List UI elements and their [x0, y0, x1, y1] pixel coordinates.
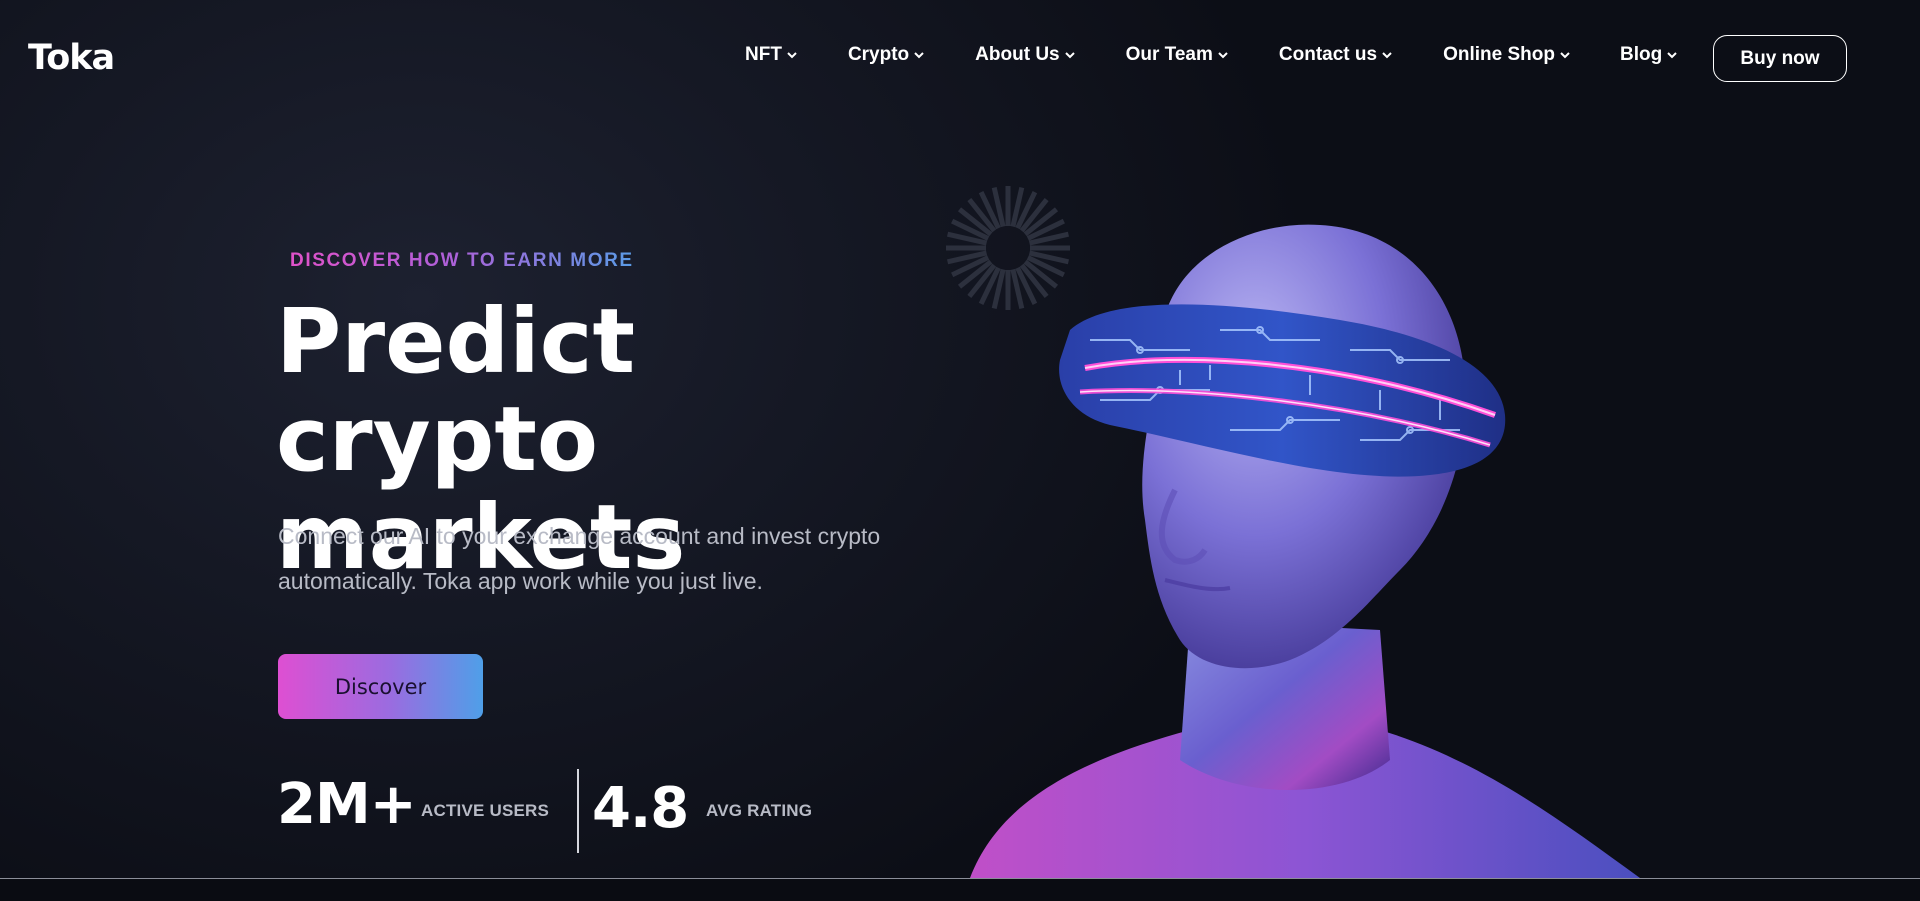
chevron-down-icon: [1667, 52, 1677, 59]
discover-button[interactable]: Discover: [278, 654, 483, 719]
chevron-down-icon: [787, 52, 797, 59]
nav-item-label: NFT: [745, 44, 782, 65]
hero-subtext-line-1: Connect our AI to your exchange account …: [278, 523, 881, 549]
stat-active-users-value: 2M+: [277, 772, 417, 837]
main-nav: NFT Crypto About Us Our Team Contact us …: [745, 44, 1678, 66]
hero-subtext: Connect our AI to your exchange account …: [278, 514, 948, 604]
nav-item-our-team[interactable]: Our Team: [1126, 44, 1229, 66]
nav-item-label: Crypto: [847, 44, 910, 65]
hero-subtext-line-2: automatically. Toka app work while you j…: [278, 568, 763, 594]
stat-avg-rating-value: 4.8: [592, 776, 689, 841]
chevron-down-icon: [914, 52, 924, 59]
nav-item-online-shop[interactable]: Online Shop: [1443, 44, 1571, 66]
chevron-down-icon: [1560, 52, 1570, 59]
hero-headline-line-1: Predict crypto: [276, 289, 635, 491]
nav-item-crypto[interactable]: Crypto: [848, 44, 925, 66]
chevron-down-icon: [1382, 52, 1392, 59]
chevron-down-icon: [1064, 52, 1075, 59]
nav-item-blog[interactable]: Blog: [1620, 44, 1678, 66]
nav-item-contact-us[interactable]: Contact us: [1279, 44, 1393, 66]
nav-item-nft[interactable]: NFT: [745, 44, 798, 66]
logo[interactable]: Toka: [28, 38, 115, 78]
chevron-down-icon: [1218, 52, 1228, 59]
hero-eyebrow: DISCOVER HOW TO EARN MORE: [290, 250, 634, 271]
stat-divider: [577, 769, 579, 853]
nav-item-about-us[interactable]: About Us: [975, 44, 1075, 66]
nav-item-label: About Us: [975, 44, 1060, 65]
buy-now-button[interactable]: Buy now: [1713, 35, 1847, 82]
hero-illustration: [970, 224, 1640, 878]
nav-item-label: Online Shop: [1443, 44, 1555, 65]
nav-item-label: Contact us: [1278, 44, 1378, 65]
bottom-strip: [0, 879, 1920, 901]
nav-item-label: Our Team: [1125, 44, 1213, 65]
stat-active-users-label: ACTIVE USERS: [421, 801, 550, 820]
landing-page: Toka NFT Crypto About Us Our Team Contac…: [0, 0, 1920, 901]
stat-avg-rating-label: AVG RATING: [706, 801, 813, 820]
nav-item-label: Blog: [1619, 44, 1663, 65]
